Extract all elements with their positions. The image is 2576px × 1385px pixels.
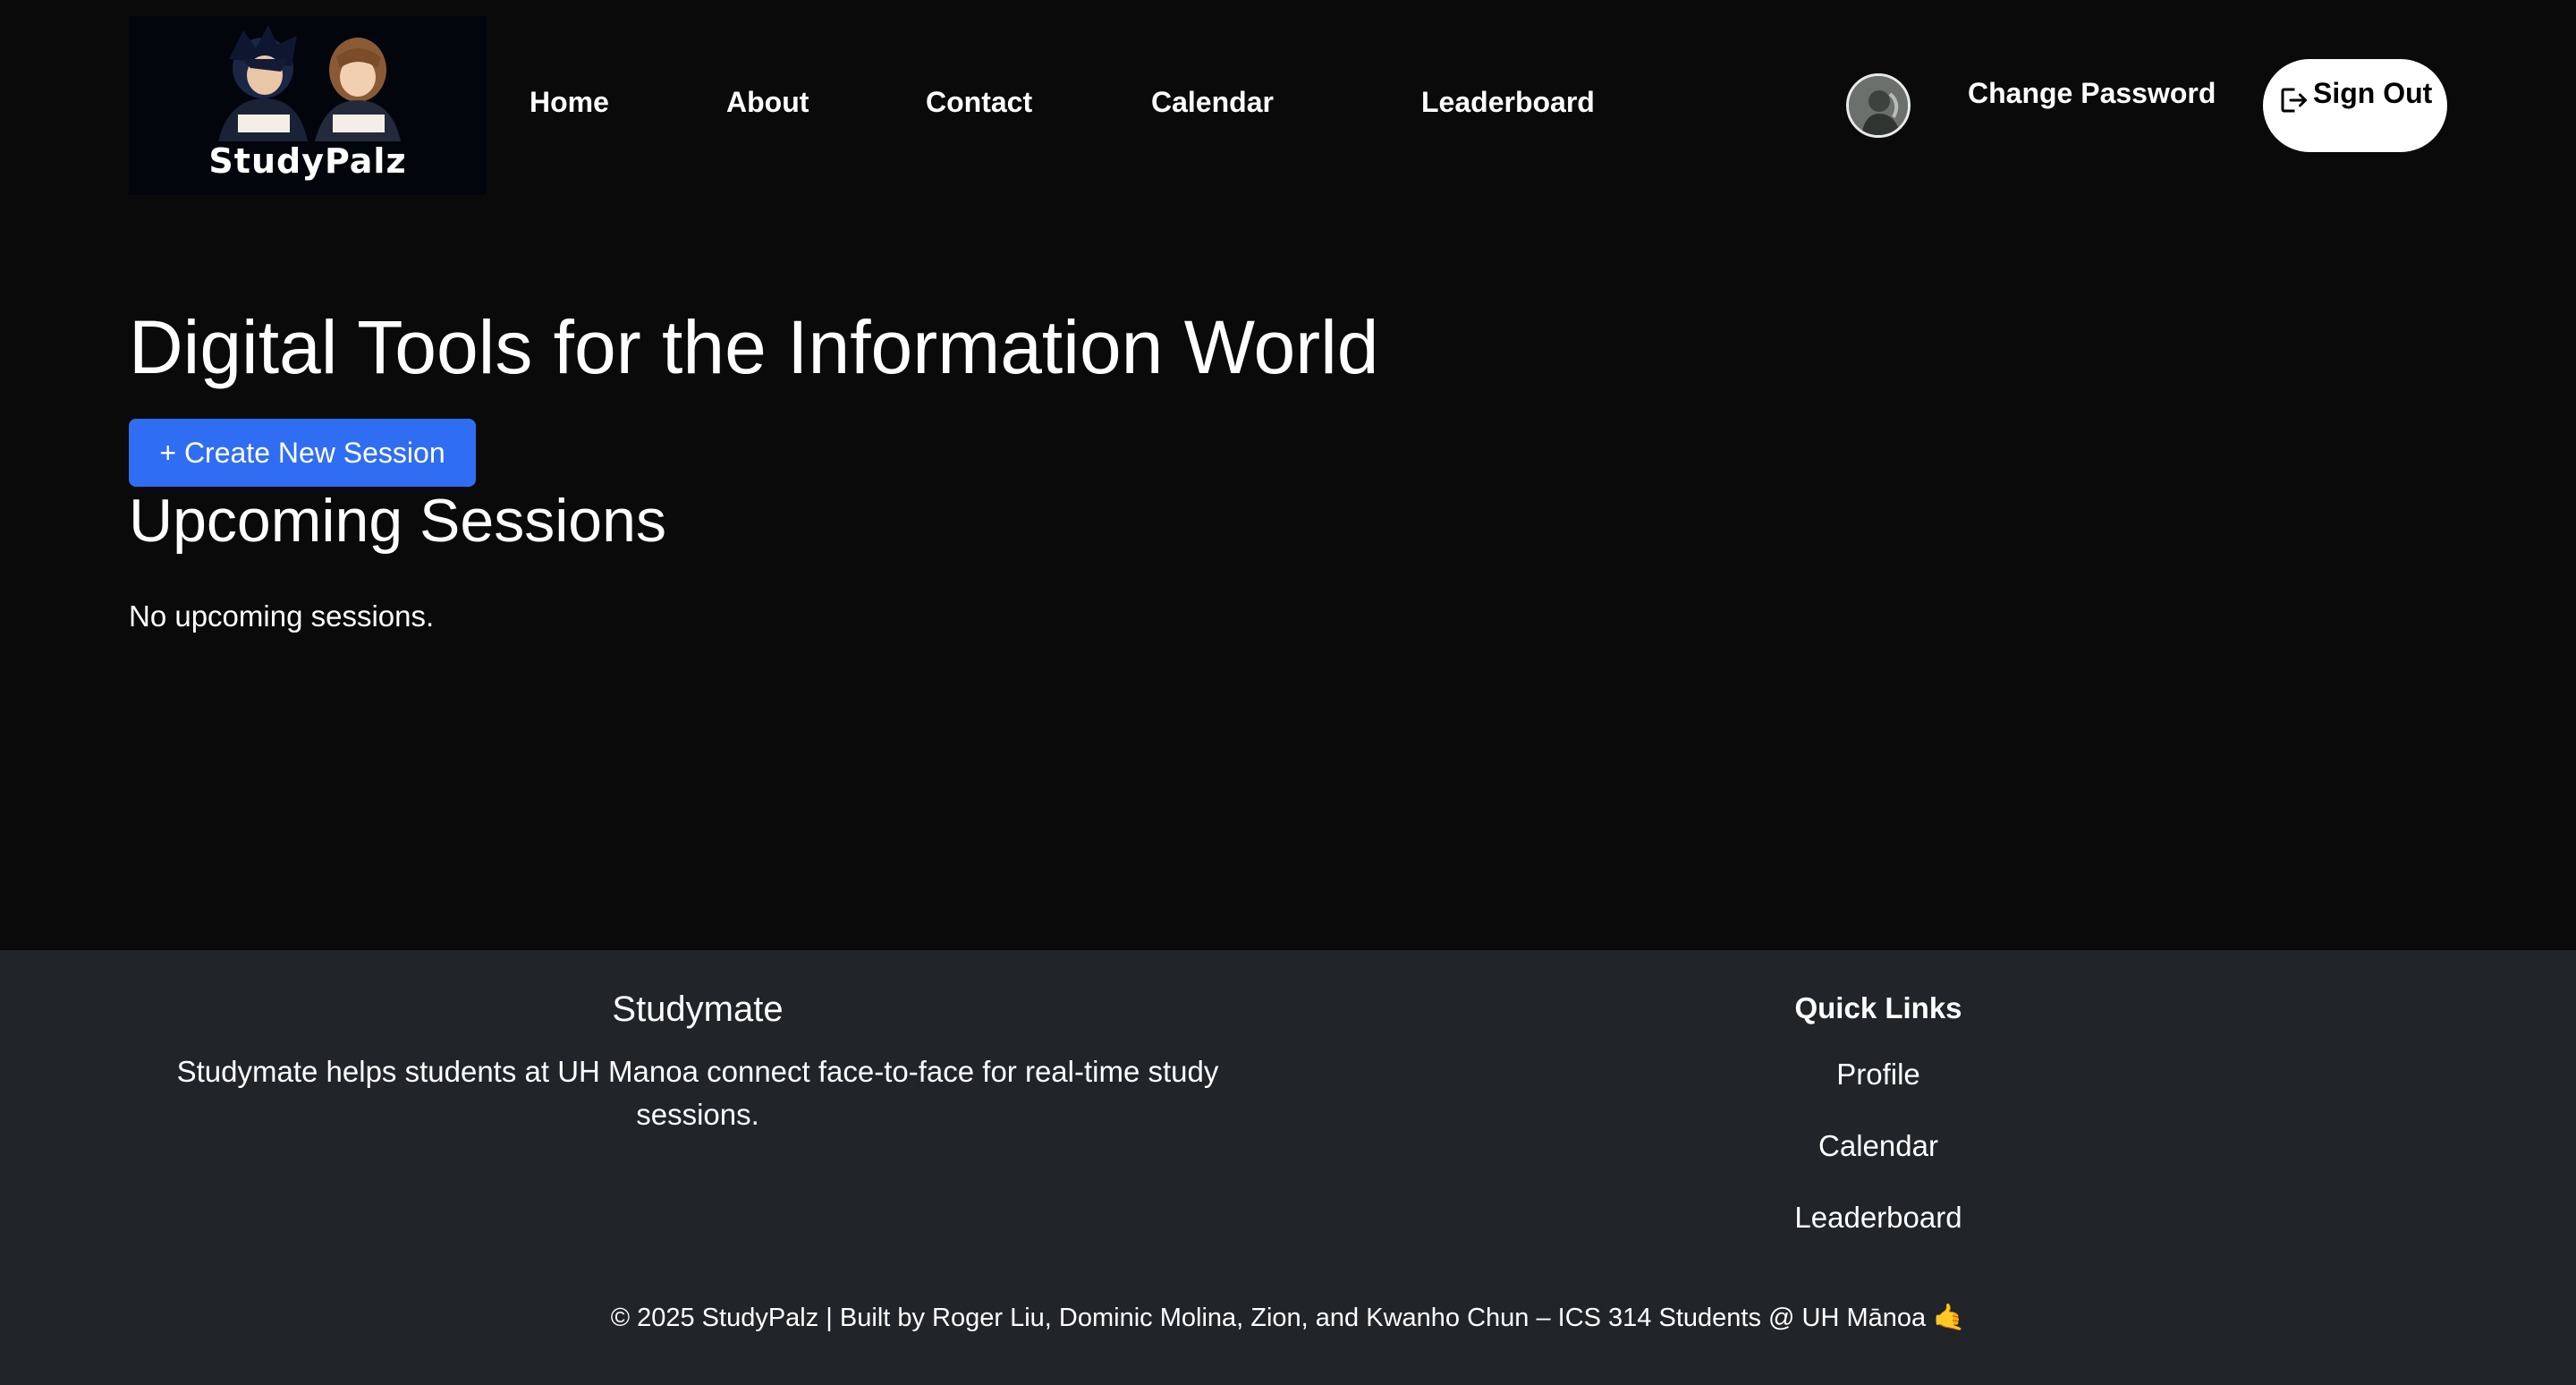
- quick-link-leaderboard[interactable]: Leaderboard: [1699, 1201, 2057, 1235]
- nav-calendar[interactable]: Calendar: [1151, 86, 1274, 119]
- nav-about[interactable]: About: [726, 86, 809, 119]
- logo-text: StudyPalz: [208, 141, 407, 181]
- footer: Studymate Studymate helps students at UH…: [0, 950, 2576, 1385]
- nav-leaderboard[interactable]: Leaderboard: [1421, 86, 1595, 119]
- quick-links-heading: Quick Links: [1794, 991, 1962, 1024]
- copyright-text: © 2025 StudyPalz | Built by Roger Liu, D…: [610, 1304, 1966, 1332]
- change-password-link[interactable]: Change Password: [1968, 77, 2216, 110]
- avatar-image: [1849, 76, 1908, 135]
- sign-out-icon: [2281, 88, 2307, 113]
- user-avatar[interactable]: [1846, 73, 1911, 138]
- sign-out-button[interactable]: Sign Out: [2263, 59, 2447, 152]
- studypalz-logo[interactable]: StudyPalz: [129, 16, 487, 195]
- footer-brand: Studymate: [612, 990, 784, 1029]
- quick-link-profile[interactable]: Profile: [1699, 1058, 2057, 1092]
- navbar: StudyPalz Home About Contact Calendar Le…: [0, 0, 2576, 206]
- nav-home[interactable]: Home: [530, 86, 609, 119]
- sign-out-label: Sign Out: [2313, 77, 2433, 109]
- no-sessions-message: No upcoming sessions.: [129, 599, 435, 633]
- page-title: Digital Tools for the Information World: [129, 305, 1379, 389]
- create-new-session-button[interactable]: + Create New Session: [129, 419, 476, 487]
- footer-description: Studymate helps students at UH Manoa con…: [176, 1055, 1219, 1131]
- quick-link-calendar[interactable]: Calendar: [1699, 1129, 2057, 1163]
- upcoming-sessions-heading: Upcoming Sessions: [129, 487, 666, 555]
- nav-contact[interactable]: Contact: [926, 86, 1032, 119]
